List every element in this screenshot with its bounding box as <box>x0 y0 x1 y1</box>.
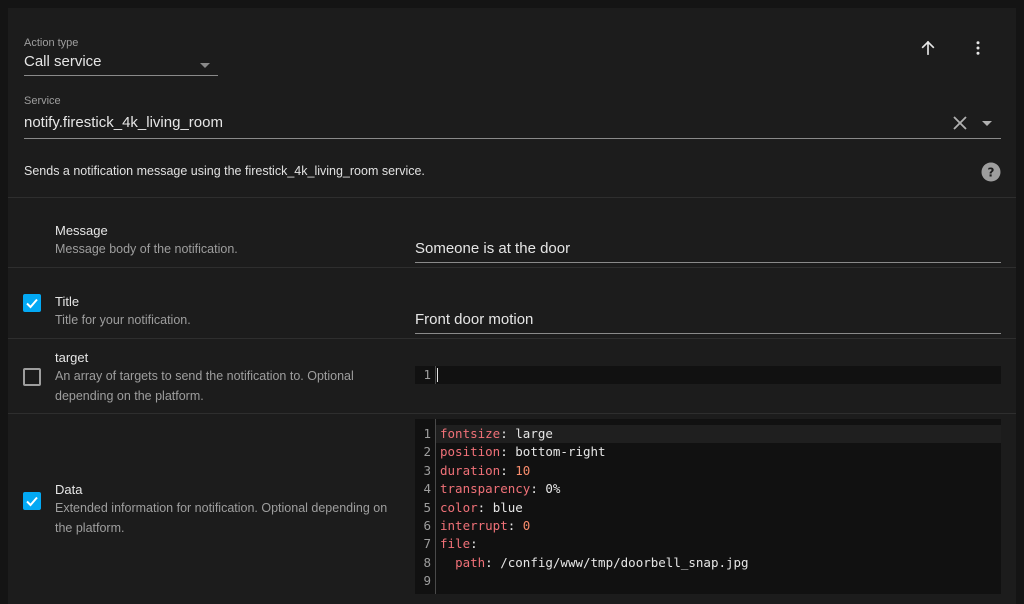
arrow-up-icon <box>921 40 935 55</box>
code-line: color: blue <box>440 499 523 515</box>
data-checkbox[interactable] <box>23 492 41 510</box>
help-circle-icon: ? <box>981 162 1001 182</box>
clear-service-button[interactable] <box>949 112 971 134</box>
code-line: transparency: 0% <box>440 481 561 497</box>
service-description: Sends a notification message using the f… <box>24 164 425 178</box>
close-icon <box>953 116 967 130</box>
yaml-key: file <box>440 536 471 552</box>
yaml-value: blue <box>485 499 523 515</box>
more-options-button[interactable] <box>964 34 992 62</box>
code-line: interrupt: 0 <box>440 517 531 533</box>
service-picker[interactable]: Service notify.firestick_4k_living_room <box>24 94 1001 139</box>
yaml-key: transparency <box>440 481 531 497</box>
line-number: 3 <box>423 462 431 478</box>
gutter-border <box>435 366 436 385</box>
action-editor-card: Action type Call service Service notify.… <box>8 8 1016 604</box>
line-number: 7 <box>423 536 431 552</box>
code-line: position: bottom-right <box>440 444 606 460</box>
field-name: target <box>55 350 89 365</box>
line-number: 6 <box>423 517 431 533</box>
dots-vertical-icon <box>976 41 980 55</box>
yaml-key: position <box>440 444 501 460</box>
service-label: Service <box>24 95 61 107</box>
field-row-data: Data Extended information for notificati… <box>8 414 1016 604</box>
yaml-value: large <box>507 426 553 441</box>
title-checkbox[interactable] <box>23 294 41 312</box>
code-lines: fontsize: large position: bottom-right dur… <box>440 419 1001 591</box>
message-input-value: Someone is at the door <box>415 240 571 257</box>
line-number: 2 <box>423 444 431 460</box>
field-name: Title <box>55 294 80 309</box>
yaml-key: fontsize <box>440 426 501 441</box>
data-code-editor[interactable]: 1 2 3 4 5 6 7 8 9 fontsize: large position: botto… <box>415 419 1001 594</box>
service-dropdown-button[interactable] <box>976 112 998 134</box>
code-line: fontsize: large <box>440 426 553 441</box>
action-type-value: Call service <box>24 53 102 70</box>
svg-text:?: ? <box>988 166 995 180</box>
target-checkbox[interactable] <box>23 368 41 386</box>
message-input-underline <box>415 262 1001 263</box>
gutter-border <box>435 419 436 594</box>
target-code-editor[interactable]: 1 <box>415 366 1001 385</box>
yaml-value: 0% <box>537 481 561 497</box>
yaml-key: duration <box>440 462 501 478</box>
line-number: 4 <box>423 481 431 497</box>
service-underline <box>24 138 1001 139</box>
code-line: path: /config/www/tmp/doorbell_snap.jpg <box>455 554 749 570</box>
line-numbers: 1 <box>423 367 431 382</box>
text-cursor <box>437 368 438 382</box>
yaml-key: color <box>440 499 478 515</box>
help-button[interactable]: ? <box>980 161 1002 183</box>
action-type-select[interactable]: Action type Call service <box>24 34 218 76</box>
field-row-message: Message Message body of the notification… <box>8 198 1016 267</box>
move-up-button[interactable] <box>914 34 942 62</box>
field-description: Message body of the notification. <box>55 242 238 256</box>
title-input-underline <box>415 333 1001 334</box>
line-numbers: 1 2 3 4 5 6 7 8 9 <box>415 419 435 594</box>
title-input[interactable]: Front door motion <box>415 299 1001 334</box>
action-type-underline <box>24 75 218 76</box>
field-name: Data <box>55 482 83 497</box>
line-number: 5 <box>423 499 431 515</box>
field-row-target: target An array of targets to send the n… <box>8 339 1016 413</box>
menu-down-icon <box>982 121 992 126</box>
line-number: 8 <box>423 554 431 570</box>
line-number: 9 <box>423 573 431 589</box>
check-icon <box>26 298 38 309</box>
check-icon <box>26 496 38 507</box>
field-row-title: Title Title for your notification. Front… <box>8 268 1016 338</box>
title-input-value: Front door motion <box>415 311 534 328</box>
yaml-value: bottom-right <box>507 444 606 460</box>
code-line: file: <box>440 536 478 552</box>
field-description: Extended information for notification. O… <box>55 501 388 535</box>
yaml-key: path <box>455 554 486 570</box>
yaml-value: 10 <box>507 462 531 478</box>
yaml-key: interrupt <box>440 517 508 533</box>
action-type-label: Action type <box>24 37 79 49</box>
yaml-value: /config/www/tmp/doorbell_snap.jpg <box>492 554 749 570</box>
line-number: 1 <box>423 426 431 441</box>
field-name: Message <box>55 223 108 238</box>
message-input[interactable]: Someone is at the door <box>415 228 1001 263</box>
action-type-chevron-down-icon <box>200 63 210 68</box>
service-value: notify.firestick_4k_living_room <box>24 114 223 131</box>
code-line: duration: 10 <box>440 462 531 478</box>
field-description: An array of targets to send the notifica… <box>55 369 354 403</box>
yaml-value: 0 <box>515 517 531 533</box>
field-description: Title for your notification. <box>55 313 191 327</box>
